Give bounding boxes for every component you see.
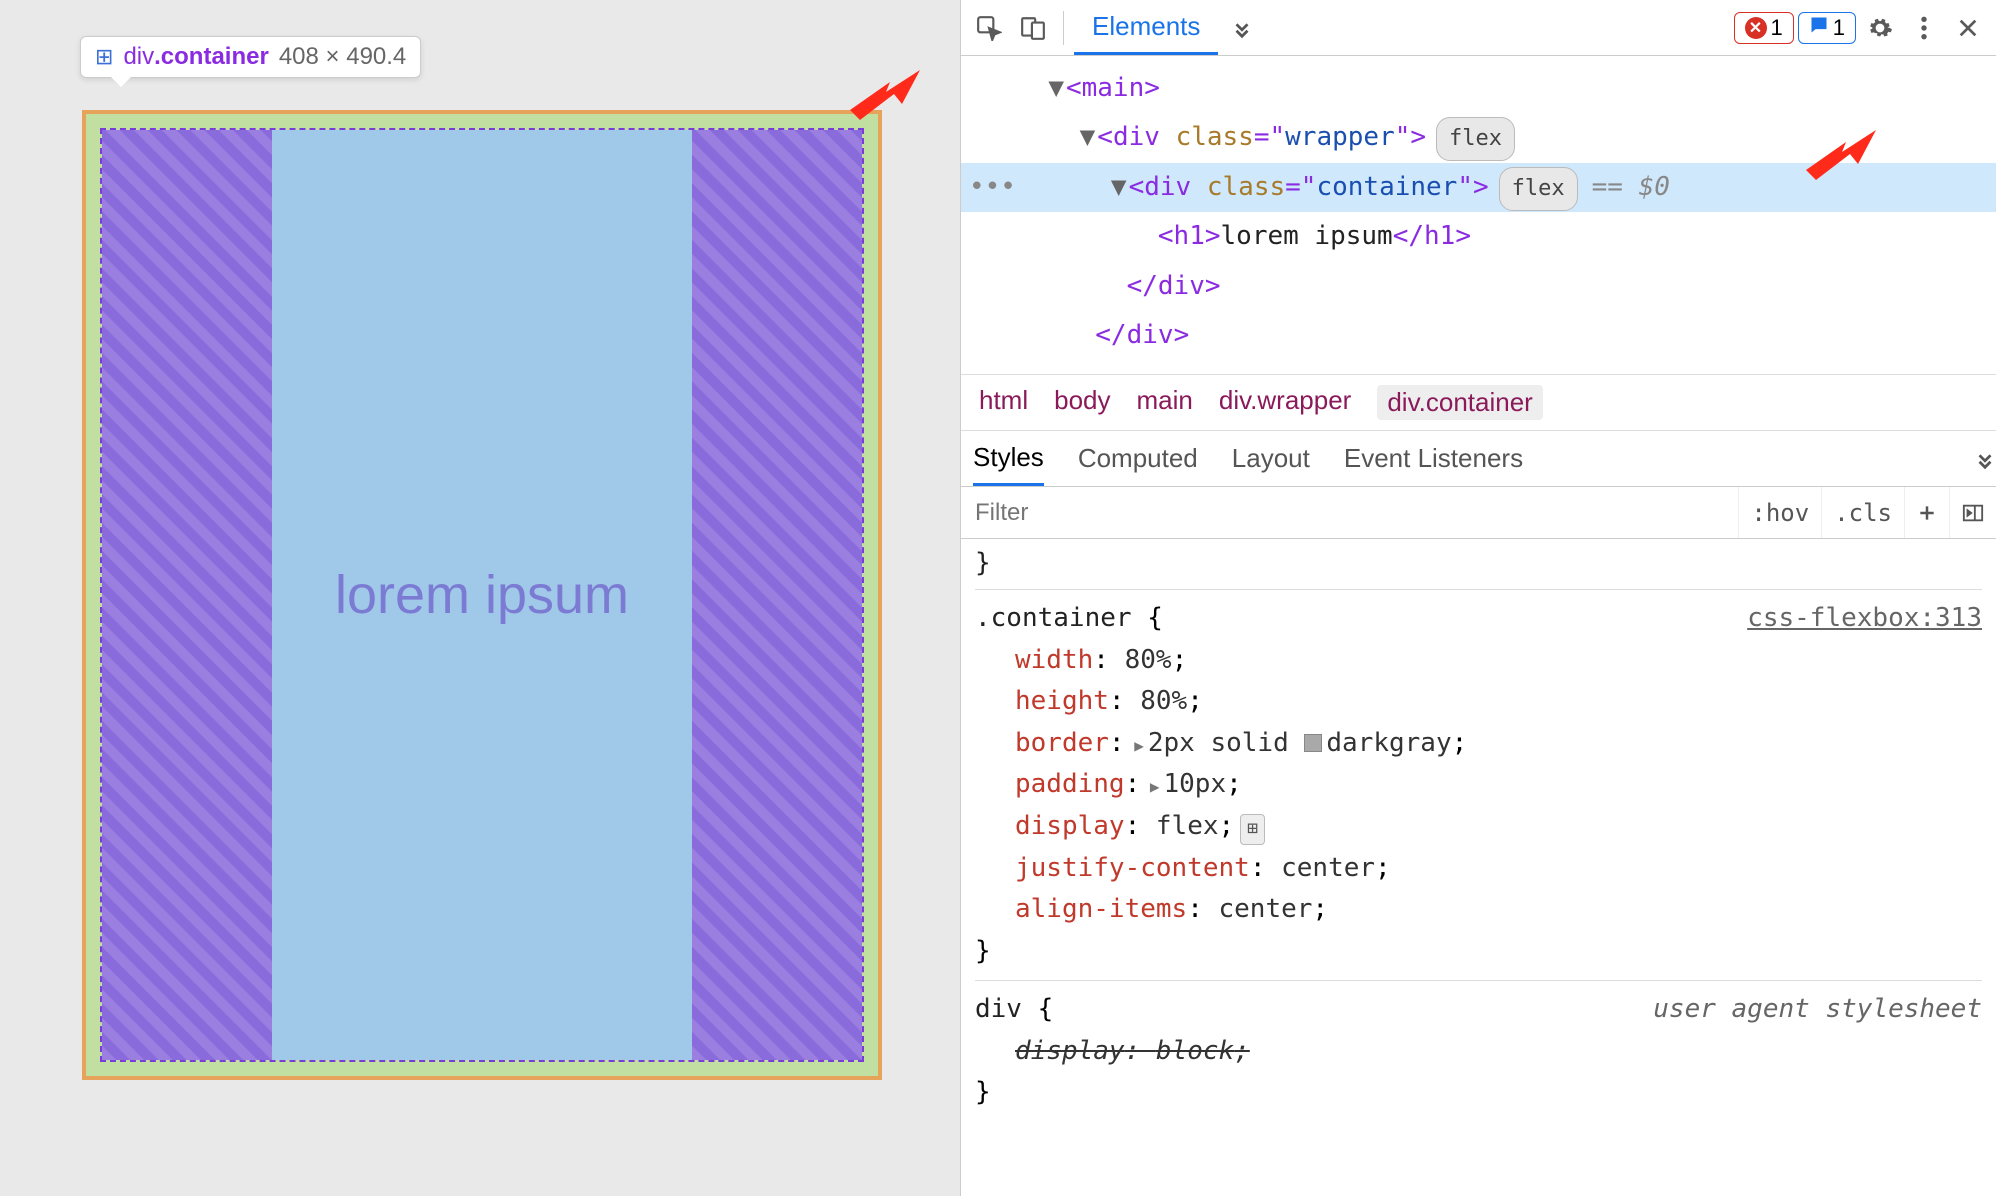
styles-filter-input[interactable] — [961, 487, 1738, 538]
message-icon — [1809, 15, 1829, 41]
error-icon: ✕ — [1745, 17, 1767, 39]
page-heading: lorem ipsum — [335, 564, 629, 626]
prev-rule-end: } — [975, 543, 1982, 590]
dom-close-div[interactable]: </div> — [961, 262, 1996, 311]
device-toggle-icon[interactable] — [1013, 8, 1053, 48]
hov-toggle[interactable]: :hov — [1738, 487, 1821, 538]
overlay-content-box: lorem ipsum — [100, 128, 864, 1062]
dom-node-main[interactable]: ▼<main> — [961, 64, 1996, 113]
breadcrumb-item[interactable]: div.container — [1377, 385, 1543, 420]
overlay-flex-space-right — [692, 130, 862, 1060]
breadcrumb: html body main div.wrapper div.container — [961, 374, 1996, 431]
annotation-arrow-icon — [1806, 130, 1876, 180]
expand-icon[interactable]: ▶ — [1140, 777, 1159, 796]
annotation-arrow-icon — [850, 70, 920, 120]
css-source-link[interactable]: css-flexbox:313 — [1747, 598, 1982, 640]
tooltip-tag: div.container — [123, 43, 268, 71]
css-rule-container[interactable]: css-flexbox:313 .container { width: 80%;… — [975, 590, 1982, 981]
flex-pill[interactable]: flex — [1499, 167, 1578, 211]
css-source-ua: user agent stylesheet — [1653, 989, 1982, 1031]
overlay-content: lorem ipsum — [272, 130, 692, 1060]
tab-computed[interactable]: Computed — [1078, 431, 1198, 486]
dom-tree[interactable]: ▼<main> ▼<div class="wrapper">flex ••• ▼… — [961, 56, 1996, 374]
ellipsis-icon[interactable]: ••• — [969, 163, 1016, 212]
settings-icon[interactable] — [1860, 8, 1900, 48]
styles-tabs: Styles Computed Layout Event Listeners — [961, 431, 1996, 487]
kebab-menu-icon[interactable] — [1904, 8, 1944, 48]
inspect-tooltip: ⊞ div.container 408 × 490.4 — [80, 36, 421, 78]
close-icon[interactable] — [1948, 8, 1988, 48]
tab-styles[interactable]: Styles — [973, 431, 1044, 486]
expand-icon[interactable]: ▶ — [1125, 736, 1144, 755]
dom-close-div[interactable]: </div> — [961, 311, 1996, 360]
tooltip-dimensions: 408 × 490.4 — [279, 43, 406, 71]
inspect-element-icon[interactable] — [969, 8, 1009, 48]
devtools-panel: Elements ✕ 1 1 — [960, 0, 1996, 1196]
inspected-element-overlay: lorem ipsum — [82, 110, 882, 1080]
breadcrumb-item[interactable]: body — [1054, 385, 1110, 420]
more-tabs-icon[interactable] — [1974, 431, 1996, 486]
color-swatch[interactable] — [1304, 734, 1322, 752]
css-rule-div[interactable]: user agent stylesheet div { display: blo… — [975, 981, 1982, 1122]
tab-layout[interactable]: Layout — [1232, 431, 1310, 486]
new-style-rule-icon[interactable] — [1904, 487, 1949, 538]
styles-filter-row: :hov .cls — [961, 487, 1996, 539]
message-badge[interactable]: 1 — [1798, 12, 1856, 44]
error-badge[interactable]: ✕ 1 — [1734, 12, 1794, 44]
console-reference: == $0 — [1592, 172, 1670, 202]
breadcrumb-item[interactable]: html — [979, 385, 1028, 420]
dom-node-h1[interactable]: <h1>lorem ipsum</h1> — [961, 212, 1996, 261]
css-rules[interactable]: } css-flexbox:313 .container { width: 80… — [961, 539, 1996, 1196]
flex-editor-icon[interactable]: ⊞ — [1240, 814, 1265, 845]
devtools-toolbar: Elements ✕ 1 1 — [961, 0, 1996, 56]
tab-event-listeners[interactable]: Event Listeners — [1344, 431, 1523, 486]
app-root: ⊞ div.container 408 × 490.4 lorem ipsum — [0, 0, 1996, 1196]
tab-elements[interactable]: Elements — [1074, 0, 1218, 55]
page-viewport: ⊞ div.container 408 × 490.4 lorem ipsum — [0, 0, 960, 1196]
breadcrumb-item[interactable]: div.wrapper — [1219, 385, 1351, 420]
flex-pill[interactable]: flex — [1436, 117, 1515, 161]
overlay-flex-space-left — [102, 130, 272, 1060]
cls-toggle[interactable]: .cls — [1821, 487, 1904, 538]
more-tabs-icon[interactable] — [1222, 8, 1262, 48]
breadcrumb-item[interactable]: main — [1137, 385, 1193, 420]
computed-sidebar-icon[interactable] — [1949, 487, 1996, 538]
divider — [1063, 11, 1064, 45]
flex-layout-icon: ⊞ — [95, 44, 113, 70]
